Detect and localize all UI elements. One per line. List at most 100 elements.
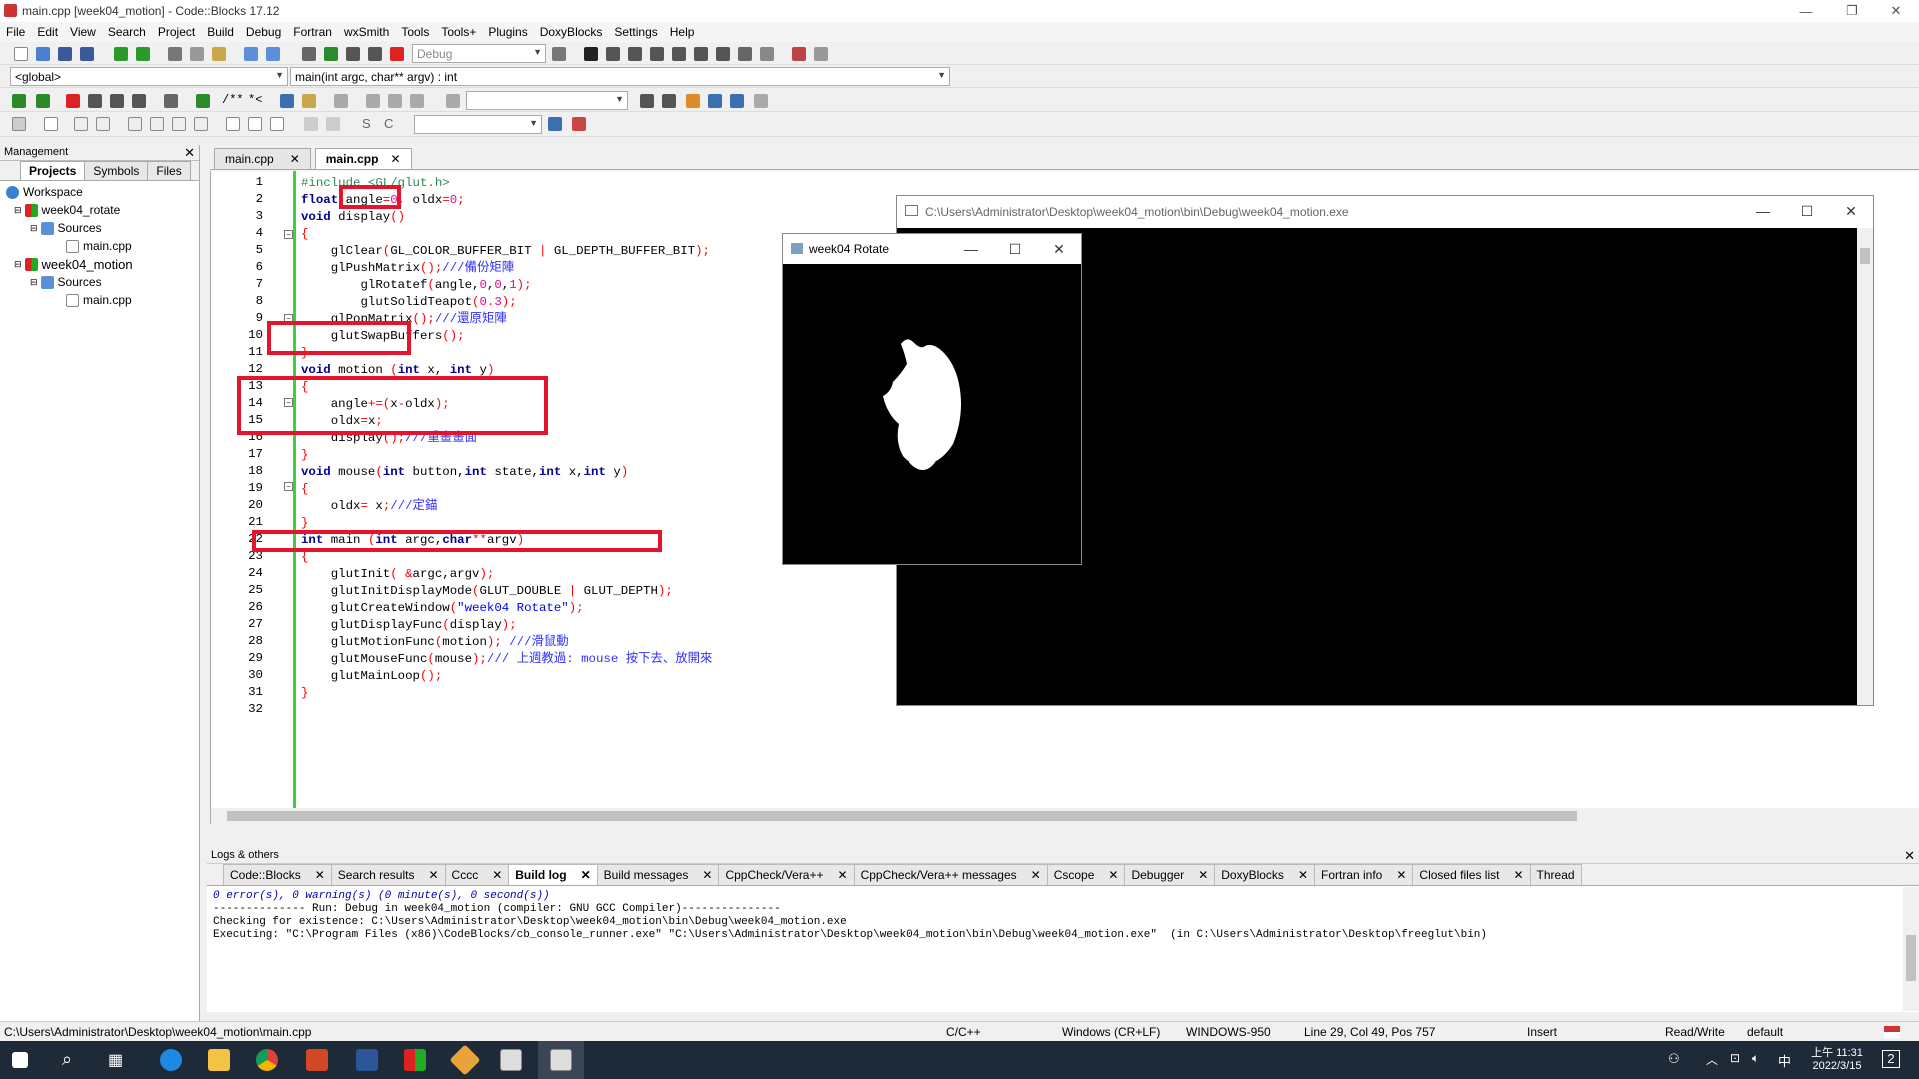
tree-item-week04-motion[interactable]: ⊟ week04_motion: [0, 255, 199, 273]
target-options-icon[interactable]: [552, 47, 566, 61]
tree-item-workspace[interactable]: Workspace: [0, 183, 199, 201]
tab-debugger[interactable]: Debugger ✕: [1124, 864, 1216, 885]
clock-time[interactable]: 上午 11:31: [1805, 1044, 1869, 1060]
zoom-in-icon[interactable]: [304, 117, 318, 131]
doxy-icon[interactable]: [164, 94, 178, 108]
s-icon[interactable]: S: [362, 116, 371, 131]
clock-date[interactable]: 2022/3/15: [1805, 1060, 1869, 1072]
jump-back-icon[interactable]: [366, 94, 380, 108]
save-icon[interactable]: [58, 47, 72, 61]
glut-rotate-window[interactable]: week04 Rotate — ☐ ✕: [782, 233, 1082, 565]
widget-icon-5[interactable]: [150, 117, 164, 131]
console-scrollbar[interactable]: [1857, 228, 1873, 705]
tab-closed-files[interactable]: Closed files list ✕: [1412, 864, 1531, 885]
tab-build-messages[interactable]: Build messages ✕: [596, 864, 720, 885]
git-icon[interactable]: [449, 1044, 481, 1076]
back-icon[interactable]: [12, 94, 26, 108]
menu-tools-plus[interactable]: Tools+: [435, 25, 482, 39]
tab-cscope[interactable]: Cscope ✕: [1046, 864, 1126, 885]
comment-line-icon[interactable]: *<: [248, 93, 262, 107]
menu-plugins[interactable]: Plugins: [482, 25, 533, 39]
notification-icon[interactable]: 2: [1882, 1050, 1900, 1068]
scrollbar-thumb[interactable]: [1860, 248, 1870, 264]
run-to-cursor-icon[interactable]: [606, 47, 620, 61]
step-out-icon[interactable]: [672, 47, 686, 61]
next-line-icon[interactable]: [628, 47, 642, 61]
bookmark-next-icon[interactable]: [110, 94, 124, 108]
minimize-button[interactable]: —: [1741, 196, 1785, 226]
run-icon[interactable]: [324, 47, 338, 61]
tree-item-main-cpp[interactable]: main.cpp: [0, 237, 199, 255]
people-icon[interactable]: ⚇: [1668, 1051, 1680, 1067]
tool-icon[interactable]: [334, 94, 348, 108]
tree-item-main-cpp-active[interactable]: main.cpp: [0, 291, 199, 309]
paste-icon[interactable]: [212, 47, 226, 61]
stop-debug-icon[interactable]: [760, 47, 774, 61]
symbol-select[interactable]: ▼: [414, 115, 542, 134]
window-icon-active[interactable]: [550, 1049, 572, 1071]
tab-main-cpp-rotate[interactable]: main.cpp ✕: [214, 148, 311, 169]
menu-file[interactable]: File: [0, 25, 31, 39]
menu-tools[interactable]: Tools: [395, 25, 435, 39]
build-target-select[interactable]: Debug ▼: [412, 44, 546, 63]
pause-icon[interactable]: [738, 47, 752, 61]
bookmark-toggle-icon[interactable]: [66, 94, 80, 108]
restore-button[interactable]: ❐: [1829, 0, 1875, 22]
widget-icon-2[interactable]: [74, 117, 88, 131]
source-code[interactable]: #include <GL/glut.h> float angle=0, oldx=…: [301, 175, 712, 719]
debug-windows-icon[interactable]: [792, 47, 806, 61]
doxy-help-icon[interactable]: [302, 94, 316, 108]
chevron-up-icon[interactable]: ︿: [1706, 1051, 1718, 1068]
tab-projects[interactable]: Projects: [20, 161, 86, 180]
symbol-search-icon[interactable]: [548, 117, 562, 131]
close-button[interactable]: ✕: [1037, 234, 1081, 264]
chrome-icon[interactable]: [256, 1049, 278, 1071]
menu-debug[interactable]: Debug: [240, 25, 287, 39]
search-icon[interactable]: ⌕: [62, 1049, 72, 1070]
match-case-icon[interactable]: [708, 94, 722, 108]
bookmark-prev-icon[interactable]: [88, 94, 102, 108]
scope-select[interactable]: <global> ▼: [10, 67, 288, 86]
widget-icon-4[interactable]: [128, 117, 142, 131]
tab-cccc[interactable]: Cccc ✕: [444, 864, 510, 885]
powerpoint-icon[interactable]: [306, 1049, 328, 1071]
build-run-icon[interactable]: [346, 47, 360, 61]
close-button[interactable]: ✕: [1873, 0, 1919, 22]
menu-fortran[interactable]: Fortran: [287, 25, 338, 39]
tab-fortran-info[interactable]: Fortran info ✕: [1314, 864, 1414, 885]
menu-build[interactable]: Build: [201, 25, 240, 39]
menu-help[interactable]: Help: [664, 25, 701, 39]
jump-forward-icon[interactable]: [410, 94, 424, 108]
maximize-button[interactable]: ☐: [993, 234, 1037, 264]
undo-icon[interactable]: [114, 47, 128, 61]
zoom-out-icon[interactable]: [326, 117, 340, 131]
search-run-icon[interactable]: [446, 94, 460, 108]
scrollbar-thumb[interactable]: [1906, 935, 1916, 981]
tab-main-cpp-motion[interactable]: main.cpp ✕: [314, 148, 412, 169]
task-view-icon[interactable]: ▦: [108, 1050, 123, 1070]
forward-icon[interactable]: [36, 94, 50, 108]
highlight-icon[interactable]: [686, 94, 700, 108]
find-icon[interactable]: [244, 47, 258, 61]
tab-cppcheck[interactable]: CppCheck/Vera++ ✕: [718, 864, 855, 885]
tree-item-sources[interactable]: ⊟ Sources: [0, 219, 199, 237]
cut-icon[interactable]: [168, 47, 182, 61]
menu-search[interactable]: Search: [102, 25, 152, 39]
search-next-icon[interactable]: [662, 94, 676, 108]
widget-icon-9[interactable]: [248, 117, 262, 131]
network-icon[interactable]: ⊡: [1730, 1051, 1740, 1065]
next-instruction-icon[interactable]: [694, 47, 708, 61]
pointer-icon[interactable]: [12, 117, 26, 131]
fold-toggle[interactable]: −: [284, 482, 293, 491]
widget-icon-1[interactable]: [44, 117, 58, 131]
edge-icon[interactable]: [160, 1049, 182, 1071]
minimize-button[interactable]: —: [1783, 0, 1829, 22]
debug-info-icon[interactable]: [814, 47, 828, 61]
tab-files[interactable]: Files: [147, 161, 191, 180]
menu-wxsmith[interactable]: wxSmith: [338, 25, 395, 39]
comment-block-icon[interactable]: /**: [222, 93, 244, 107]
volume-icon[interactable]: 🔈︎: [1752, 1051, 1759, 1066]
tab-search-results[interactable]: Search results ✕: [330, 864, 446, 885]
doxy-run-icon[interactable]: [196, 94, 210, 108]
menu-settings[interactable]: Settings: [608, 25, 663, 39]
